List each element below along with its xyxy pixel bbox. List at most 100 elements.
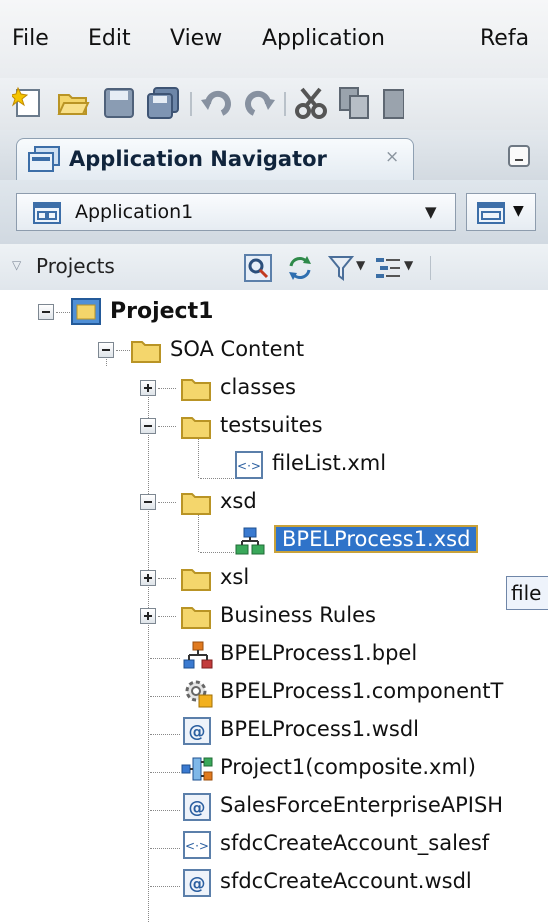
menu-file[interactable]: File: [12, 26, 49, 51]
tree-node-label: sfdcCreateAccount_salesf: [220, 831, 490, 855]
collapse-toggle-icon[interactable]: [140, 418, 156, 434]
chevron-down-icon: ▼: [425, 203, 437, 221]
application-menu-button[interactable]: ▼: [466, 193, 536, 231]
filter-icon[interactable]: [328, 254, 354, 282]
paste-icon[interactable]: [382, 86, 404, 120]
collapse-toggle-icon[interactable]: [98, 342, 114, 358]
copy-icon[interactable]: [338, 86, 372, 120]
application-row: Application1 ▼ ▼: [0, 180, 548, 244]
tooltip-text: file: [511, 581, 542, 605]
tree-node-label: Business Rules: [220, 603, 376, 627]
sort-options-icon[interactable]: [374, 254, 402, 282]
folder-icon: [181, 569, 211, 591]
component-type-icon: [185, 680, 213, 708]
tree-node-project1[interactable]: Project1: [0, 294, 548, 330]
collapse-triangle-icon[interactable]: ▽: [12, 258, 21, 272]
tree-node-bpelprocess1-xsd[interactable]: BPELProcess1.xsd: [0, 522, 548, 558]
menu-bar: File Edit View Application Refa: [0, 0, 548, 78]
folder-icon: [181, 417, 211, 439]
tree-node-salesforce-wsdl[interactable]: @ SalesForceEnterpriseAPISH: [0, 788, 548, 824]
tree-node-label: Project1(composite.xml): [220, 755, 476, 779]
chevron-down-icon: ▼: [513, 203, 524, 219]
tree-node-sfdc-salesforce-xml[interactable]: <·> sfdcCreateAccount_salesf: [0, 826, 548, 862]
application-icon: [33, 202, 61, 224]
tab-title: Application Navigator: [69, 147, 327, 171]
toolbar: [0, 78, 548, 130]
tree-node-testsuites[interactable]: testsuites: [0, 408, 548, 444]
collapse-toggle-icon[interactable]: [38, 304, 54, 320]
tree-node-label: fileList.xml: [272, 451, 387, 475]
svg-text:<·>: <·>: [237, 459, 261, 473]
tab-application-navigator[interactable]: Application Navigator ×: [16, 138, 414, 180]
folder-icon: [181, 493, 211, 515]
toolbar-separator: [284, 92, 286, 116]
svg-text:@: @: [189, 874, 206, 894]
xml-file-icon: <·>: [235, 451, 263, 479]
chevron-down-icon[interactable]: ▼: [404, 258, 413, 272]
expand-toggle-icon[interactable]: [140, 570, 156, 586]
svg-text:@: @: [189, 798, 206, 818]
cut-icon[interactable]: [294, 86, 328, 120]
menu-refactor[interactable]: Refa: [480, 26, 529, 51]
save-all-icon[interactable]: [146, 86, 180, 120]
tree-node-label: classes: [220, 375, 296, 399]
save-icon[interactable]: [102, 86, 136, 120]
minimize-button[interactable]: [508, 145, 530, 167]
open-folder-icon[interactable]: [56, 86, 90, 120]
tree-node-label: xsl: [220, 565, 250, 589]
xml-file-icon: <·>: [183, 831, 211, 859]
tree-node-label: sfdcCreateAccount.wsdl: [220, 869, 472, 893]
wsdl-file-icon: @: [183, 717, 211, 745]
projects-header: ▽ Projects ▼ ▼: [0, 244, 548, 291]
menu-view[interactable]: View: [170, 26, 222, 51]
new-icon[interactable]: [12, 86, 46, 120]
redo-icon[interactable]: [242, 86, 276, 120]
tree-node-label: SOA Content: [170, 337, 305, 361]
tree-node-composite-xml[interactable]: Project1(composite.xml): [0, 750, 548, 786]
tree-node-classes[interactable]: classes: [0, 370, 548, 406]
tree-node-label: BPELProcess1.wsdl: [220, 717, 420, 741]
menu-application[interactable]: Application: [262, 26, 385, 51]
application-menu-icon: [477, 202, 505, 224]
tree-node-xsl[interactable]: xsl: [0, 560, 548, 596]
collapse-toggle-icon[interactable]: [140, 494, 156, 510]
expand-toggle-icon[interactable]: [140, 380, 156, 396]
schema-icon: [235, 527, 265, 555]
tree-node-label: BPELProcess1.bpel: [220, 641, 418, 665]
undo-icon[interactable]: [200, 86, 234, 120]
application-navigator-icon: [28, 146, 60, 172]
search-icon[interactable]: [244, 254, 272, 282]
project-tree: Project1 SOA Content classes testsuites …: [0, 290, 548, 922]
tree-node-label: Project1: [110, 299, 214, 324]
sync-icon[interactable]: [286, 254, 314, 282]
tree-node-bpelprocess1-wsdl[interactable]: @ BPELProcess1.wsdl: [0, 712, 548, 748]
tree-node-bpelprocess1-bpel[interactable]: BPELProcess1.bpel: [0, 636, 548, 672]
tree-node-filelist-xml[interactable]: <·> fileList.xml: [0, 446, 548, 482]
application-name: Application1: [75, 201, 194, 223]
close-icon[interactable]: ×: [385, 147, 399, 167]
folder-icon: [181, 607, 211, 629]
projects-label[interactable]: Projects: [36, 254, 115, 278]
tree-node-componenttype[interactable]: BPELProcess1.componentT: [0, 674, 548, 710]
tree-node-sfdc-wsdl[interactable]: @ sfdcCreateAccount.wsdl: [0, 864, 548, 900]
application-select[interactable]: Application1 ▼: [16, 193, 456, 231]
folder-icon: [181, 379, 211, 401]
composite-icon: [181, 757, 213, 781]
tree-node-soa-content[interactable]: SOA Content: [0, 332, 548, 368]
svg-text:<·>: <·>: [185, 839, 209, 853]
chevron-down-icon[interactable]: ▼: [356, 258, 365, 272]
tree-node-business-rules[interactable]: Business Rules: [0, 598, 548, 634]
wsdl-file-icon: @: [183, 869, 211, 897]
toolbar-separator: [190, 92, 192, 116]
menu-edit[interactable]: Edit: [88, 26, 131, 51]
tree-node-label: xsd: [220, 489, 257, 513]
tree-node-label: BPELProcess1.componentT: [220, 679, 504, 703]
tree-node-label: testsuites: [220, 413, 323, 437]
svg-text:@: @: [189, 722, 206, 742]
tree-node-label: BPELProcess1.xsd: [273, 525, 479, 553]
toolbar-separator: [430, 256, 431, 280]
folder-icon: [131, 341, 161, 363]
expand-toggle-icon[interactable]: [140, 608, 156, 624]
tree-node-xsd[interactable]: xsd: [0, 484, 548, 520]
navigator-tab-strip: Application Navigator ×: [0, 130, 548, 181]
